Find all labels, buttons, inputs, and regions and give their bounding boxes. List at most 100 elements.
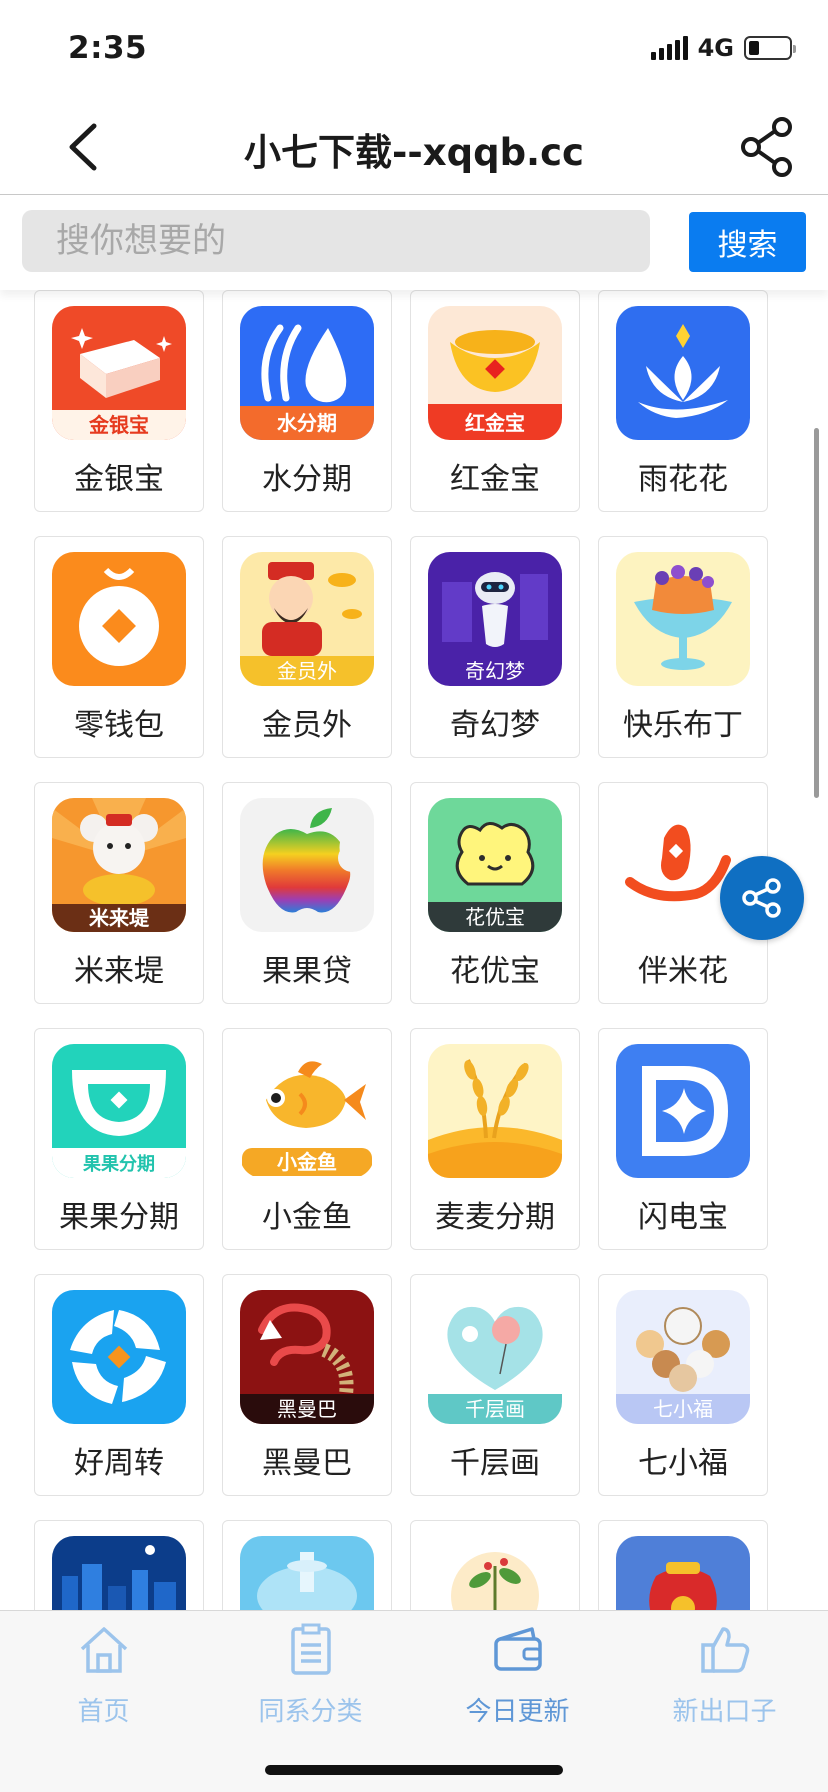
app-name: 闪电宝 — [638, 1200, 728, 1235]
svg-text:水分期: 水分期 — [277, 411, 337, 435]
app-name: 奇幻梦 — [450, 708, 540, 743]
signal-icon — [650, 36, 688, 60]
goldfish-icon: 小金鱼 — [240, 1044, 374, 1178]
tab-categories[interactable]: 同系分类 — [207, 1611, 414, 1727]
nav-bar: 小七下载--xqqb.cc — [0, 100, 828, 195]
share-button[interactable] — [740, 116, 794, 178]
thumbs-up-icon — [701, 1627, 750, 1673]
app-card-jinyinbao[interactable]: 金银宝 金银宝 — [34, 290, 204, 512]
app-name: 黑曼巴 — [262, 1446, 352, 1481]
app-card-yuhuahua[interactable]: 雨花花 — [598, 290, 768, 512]
pudding-icon — [616, 552, 750, 686]
gold-bar-icon: 金银宝 — [52, 306, 186, 440]
app-card-kuailebuding[interactable]: 快乐布丁 — [598, 536, 768, 758]
app-name: 小金鱼 — [262, 1200, 352, 1235]
app-name: 麦麦分期 — [435, 1200, 555, 1235]
status-bar: 2:35 4G — [0, 0, 828, 100]
svg-text:果果分期: 果果分期 — [82, 1154, 155, 1175]
app-name: 水分期 — [262, 462, 352, 497]
app-name: 米来堤 — [74, 954, 164, 989]
search-button[interactable]: 搜索 — [689, 212, 806, 272]
clipboard-icon — [291, 1623, 331, 1675]
svg-text:千层画: 千层画 — [465, 1397, 525, 1421]
svg-text:小金鱼: 小金鱼 — [277, 1150, 337, 1174]
app-card-haozhouzhuan[interactable]: 好周转 — [34, 1274, 204, 1496]
tab-label: 今日更新 — [465, 1697, 570, 1727]
app-card-maimaifenqi[interactable]: 麦麦分期 — [410, 1028, 580, 1250]
tab-today-updates[interactable]: 今日更新 — [414, 1611, 621, 1727]
floating-share-button[interactable] — [720, 856, 804, 940]
fountain-icon — [240, 1536, 374, 1610]
lucky-bag-icon — [616, 1536, 750, 1610]
status-indicators: 4G — [650, 34, 796, 62]
lotus-icon — [616, 306, 750, 440]
app-card-guoguodai[interactable]: 果果贷 — [222, 782, 392, 1004]
spiral-icon — [52, 1290, 186, 1424]
search-bar: 搜索 — [0, 196, 828, 290]
search-input[interactable] — [22, 210, 650, 272]
app-name: 千层画 — [450, 1446, 540, 1481]
svg-text:奇幻梦: 奇幻梦 — [465, 659, 525, 683]
svg-text:黑曼巴: 黑曼巴 — [277, 1397, 337, 1421]
app-card-shandianbao[interactable]: 闪电宝 — [598, 1028, 768, 1250]
app-name: 雨花花 — [638, 462, 728, 497]
app-card-xiaojinyu[interactable]: 小金鱼 小金鱼 — [222, 1028, 392, 1250]
app-name: 果果贷 — [262, 954, 352, 989]
app-card[interactable] — [598, 1520, 768, 1610]
rich-man-icon: 金员外 — [240, 552, 374, 686]
snake-icon: 黑曼巴 — [240, 1290, 374, 1424]
gold-ingot-icon: 红金宝 — [428, 306, 562, 440]
app-name: 七小福 — [638, 1446, 728, 1481]
app-card-shuifenqi[interactable]: 水分期 水分期 — [222, 290, 392, 512]
app-card-qixiaofu[interactable]: 七小福 七小福 — [598, 1274, 768, 1496]
heart-balloon-icon: 千层画 — [428, 1290, 562, 1424]
app-name: 快乐布丁 — [623, 708, 743, 743]
wallet-icon — [494, 1627, 542, 1671]
app-name: 零钱包 — [74, 708, 164, 743]
share-icon — [741, 117, 792, 177]
svg-text:金员外: 金员外 — [277, 659, 337, 683]
tab-new-releases[interactable]: 新出口子 — [621, 1611, 828, 1727]
robot-icon: 奇幻梦 — [428, 552, 562, 686]
app-card-jinyuanwai[interactable]: 金员外 金员外 — [222, 536, 392, 758]
app-card-guoguofenqi[interactable]: 果果分期 果果分期 — [34, 1028, 204, 1250]
tab-home[interactable]: 首页 — [0, 1611, 207, 1727]
app-name: 金银宝 — [74, 462, 164, 497]
app-card-lingqianbao[interactable]: 零钱包 — [34, 536, 204, 758]
app-card-heimanba[interactable]: 黑曼巴 黑曼巴 — [222, 1274, 392, 1496]
app-card[interactable] — [34, 1520, 204, 1610]
scrollbar[interactable] — [814, 428, 819, 798]
home-icon — [80, 1627, 128, 1673]
app-name: 花优宝 — [450, 954, 540, 989]
coin-purse-icon — [52, 552, 186, 686]
star-d-icon — [616, 1044, 750, 1178]
status-time: 2:35 — [68, 30, 148, 66]
wheat-icon — [428, 1044, 562, 1178]
svg-text:米来堤: 米来堤 — [89, 906, 150, 930]
app-grid: 金银宝 金银宝 水分期 水分期 红金宝 红金宝 雨花花 零钱包 金员外 金员外 … — [34, 290, 774, 1610]
app-card[interactable] — [410, 1520, 580, 1610]
city-night-icon — [52, 1536, 186, 1610]
app-name: 金员外 — [262, 708, 352, 743]
app-card-milaiti[interactable]: 米来堤 米来堤 — [34, 782, 204, 1004]
tab-label: 首页 — [77, 1697, 130, 1727]
page-title: 小七下载--xqqb.cc — [244, 131, 584, 174]
apple-icon — [240, 798, 374, 932]
svg-text:金银宝: 金银宝 — [88, 413, 149, 437]
app-card-huayoubao[interactable]: 花优宝 花优宝 — [410, 782, 580, 1004]
network-type: 4G — [697, 34, 734, 62]
cloud-face-icon: 花优宝 — [428, 798, 562, 932]
app-card-qiancenghua[interactable]: 千层画 千层画 — [410, 1274, 580, 1496]
tab-label: 新出口子 — [672, 1697, 777, 1727]
water-drop-icon: 水分期 — [240, 306, 374, 440]
app-card-qihuanmeng[interactable]: 奇幻梦 奇幻梦 — [410, 536, 580, 758]
svg-text:红金宝: 红金宝 — [465, 411, 525, 435]
battery-icon — [744, 36, 796, 60]
app-card[interactable] — [222, 1520, 392, 1610]
share-icon — [742, 878, 781, 918]
svg-text:花优宝: 花优宝 — [465, 905, 525, 929]
bowl-icon: 果果分期 — [52, 1044, 186, 1178]
app-name: 红金宝 — [450, 462, 540, 497]
svg-text:七小福: 七小福 — [653, 1397, 713, 1421]
app-card-hongjinbao[interactable]: 红金宝 红金宝 — [410, 290, 580, 512]
